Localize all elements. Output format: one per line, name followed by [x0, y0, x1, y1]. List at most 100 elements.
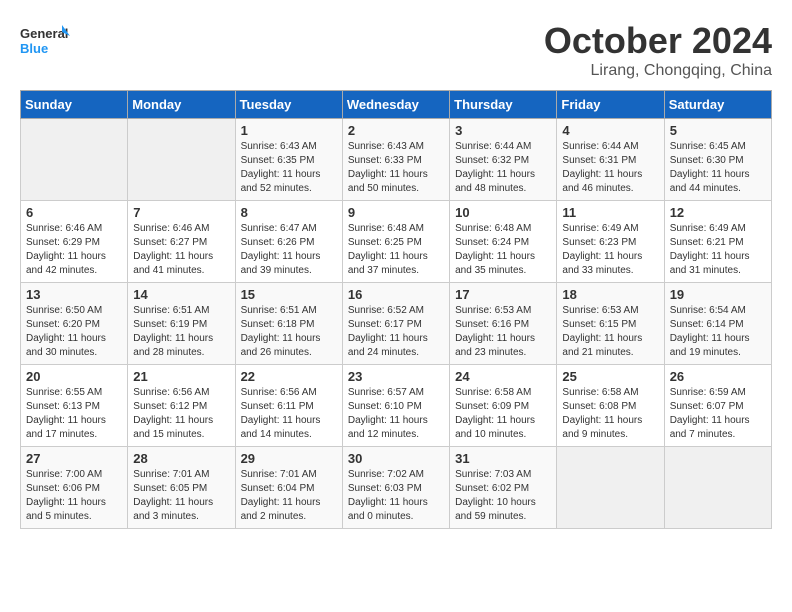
day-info: Sunrise: 6:56 AMSunset: 6:12 PMDaylight:… — [133, 386, 229, 442]
calendar-cell: 3 Sunrise: 6:44 AMSunset: 6:32 PMDayligh… — [450, 119, 557, 201]
calendar-cell: 15 Sunrise: 6:51 AMSunset: 6:18 PMDaylig… — [235, 283, 342, 365]
weekday-header-wednesday: Wednesday — [342, 91, 449, 119]
calendar-cell: 23 Sunrise: 6:57 AMSunset: 6:10 PMDaylig… — [342, 365, 449, 447]
day-info: Sunrise: 6:51 AMSunset: 6:19 PMDaylight:… — [133, 304, 229, 360]
day-info: Sunrise: 6:59 AMSunset: 6:07 PMDaylight:… — [670, 386, 766, 442]
day-info: Sunrise: 7:02 AMSunset: 6:03 PMDaylight:… — [348, 468, 444, 524]
calendar-cell: 2 Sunrise: 6:43 AMSunset: 6:33 PMDayligh… — [342, 119, 449, 201]
day-info: Sunrise: 6:51 AMSunset: 6:18 PMDaylight:… — [241, 304, 337, 360]
calendar-cell: 6 Sunrise: 6:46 AMSunset: 6:29 PMDayligh… — [21, 201, 128, 283]
day-number: 9 — [348, 205, 444, 220]
weekday-header-friday: Friday — [557, 91, 664, 119]
day-info: Sunrise: 6:48 AMSunset: 6:25 PMDaylight:… — [348, 222, 444, 278]
day-number: 11 — [562, 205, 658, 220]
day-info: Sunrise: 6:48 AMSunset: 6:24 PMDaylight:… — [455, 222, 551, 278]
calendar-cell — [128, 119, 235, 201]
day-number: 20 — [26, 369, 122, 384]
day-number: 29 — [241, 451, 337, 466]
day-info: Sunrise: 6:53 AMSunset: 6:15 PMDaylight:… — [562, 304, 658, 360]
day-number: 17 — [455, 287, 551, 302]
calendar-cell: 27 Sunrise: 7:00 AMSunset: 6:06 PMDaylig… — [21, 447, 128, 529]
calendar-cell: 4 Sunrise: 6:44 AMSunset: 6:31 PMDayligh… — [557, 119, 664, 201]
calendar-week-row: 13 Sunrise: 6:50 AMSunset: 6:20 PMDaylig… — [21, 283, 772, 365]
day-number: 12 — [670, 205, 766, 220]
calendar-cell — [557, 447, 664, 529]
weekday-header-monday: Monday — [128, 91, 235, 119]
day-number: 24 — [455, 369, 551, 384]
calendar-cell: 29 Sunrise: 7:01 AMSunset: 6:04 PMDaylig… — [235, 447, 342, 529]
day-info: Sunrise: 6:58 AMSunset: 6:08 PMDaylight:… — [562, 386, 658, 442]
logo-svg: General Blue — [20, 20, 70, 65]
day-info: Sunrise: 6:54 AMSunset: 6:14 PMDaylight:… — [670, 304, 766, 360]
day-number: 1 — [241, 123, 337, 138]
day-info: Sunrise: 6:49 AMSunset: 6:23 PMDaylight:… — [562, 222, 658, 278]
calendar-cell: 1 Sunrise: 6:43 AMSunset: 6:35 PMDayligh… — [235, 119, 342, 201]
calendar-cell: 13 Sunrise: 6:50 AMSunset: 6:20 PMDaylig… — [21, 283, 128, 365]
calendar-cell: 30 Sunrise: 7:02 AMSunset: 6:03 PMDaylig… — [342, 447, 449, 529]
weekday-header-saturday: Saturday — [664, 91, 771, 119]
day-number: 26 — [670, 369, 766, 384]
calendar-cell: 17 Sunrise: 6:53 AMSunset: 6:16 PMDaylig… — [450, 283, 557, 365]
calendar-cell: 18 Sunrise: 6:53 AMSunset: 6:15 PMDaylig… — [557, 283, 664, 365]
calendar-cell: 5 Sunrise: 6:45 AMSunset: 6:30 PMDayligh… — [664, 119, 771, 201]
calendar-week-row: 20 Sunrise: 6:55 AMSunset: 6:13 PMDaylig… — [21, 365, 772, 447]
day-info: Sunrise: 6:43 AMSunset: 6:33 PMDaylight:… — [348, 140, 444, 196]
day-info: Sunrise: 6:57 AMSunset: 6:10 PMDaylight:… — [348, 386, 444, 442]
location: Lirang, Chongqing, China — [544, 62, 772, 80]
svg-text:Blue: Blue — [20, 41, 48, 56]
calendar-week-row: 27 Sunrise: 7:00 AMSunset: 6:06 PMDaylig… — [21, 447, 772, 529]
calendar-cell — [664, 447, 771, 529]
calendar-week-row: 6 Sunrise: 6:46 AMSunset: 6:29 PMDayligh… — [21, 201, 772, 283]
day-info: Sunrise: 6:44 AMSunset: 6:31 PMDaylight:… — [562, 140, 658, 196]
weekday-header-thursday: Thursday — [450, 91, 557, 119]
day-number: 22 — [241, 369, 337, 384]
day-number: 8 — [241, 205, 337, 220]
svg-text:General: General — [20, 26, 68, 41]
calendar-week-row: 1 Sunrise: 6:43 AMSunset: 6:35 PMDayligh… — [21, 119, 772, 201]
calendar-cell: 31 Sunrise: 7:03 AMSunset: 6:02 PMDaylig… — [450, 447, 557, 529]
day-number: 25 — [562, 369, 658, 384]
day-info: Sunrise: 7:01 AMSunset: 6:04 PMDaylight:… — [241, 468, 337, 524]
calendar-cell: 8 Sunrise: 6:47 AMSunset: 6:26 PMDayligh… — [235, 201, 342, 283]
day-info: Sunrise: 6:58 AMSunset: 6:09 PMDaylight:… — [455, 386, 551, 442]
day-number: 15 — [241, 287, 337, 302]
day-number: 2 — [348, 123, 444, 138]
calendar-cell: 22 Sunrise: 6:56 AMSunset: 6:11 PMDaylig… — [235, 365, 342, 447]
day-number: 4 — [562, 123, 658, 138]
calendar-cell: 24 Sunrise: 6:58 AMSunset: 6:09 PMDaylig… — [450, 365, 557, 447]
calendar-cell: 16 Sunrise: 6:52 AMSunset: 6:17 PMDaylig… — [342, 283, 449, 365]
calendar-cell: 20 Sunrise: 6:55 AMSunset: 6:13 PMDaylig… — [21, 365, 128, 447]
day-info: Sunrise: 6:56 AMSunset: 6:11 PMDaylight:… — [241, 386, 337, 442]
day-number: 6 — [26, 205, 122, 220]
day-info: Sunrise: 6:44 AMSunset: 6:32 PMDaylight:… — [455, 140, 551, 196]
day-info: Sunrise: 6:55 AMSunset: 6:13 PMDaylight:… — [26, 386, 122, 442]
calendar-cell: 14 Sunrise: 6:51 AMSunset: 6:19 PMDaylig… — [128, 283, 235, 365]
day-number: 7 — [133, 205, 229, 220]
calendar-cell: 25 Sunrise: 6:58 AMSunset: 6:08 PMDaylig… — [557, 365, 664, 447]
day-info: Sunrise: 6:50 AMSunset: 6:20 PMDaylight:… — [26, 304, 122, 360]
calendar-cell: 10 Sunrise: 6:48 AMSunset: 6:24 PMDaylig… — [450, 201, 557, 283]
day-number: 23 — [348, 369, 444, 384]
day-info: Sunrise: 6:53 AMSunset: 6:16 PMDaylight:… — [455, 304, 551, 360]
calendar-cell: 19 Sunrise: 6:54 AMSunset: 6:14 PMDaylig… — [664, 283, 771, 365]
weekday-header-tuesday: Tuesday — [235, 91, 342, 119]
day-info: Sunrise: 7:01 AMSunset: 6:05 PMDaylight:… — [133, 468, 229, 524]
day-info: Sunrise: 6:47 AMSunset: 6:26 PMDaylight:… — [241, 222, 337, 278]
weekday-header-sunday: Sunday — [21, 91, 128, 119]
day-number: 5 — [670, 123, 766, 138]
logo: General Blue — [20, 20, 70, 65]
calendar-cell: 28 Sunrise: 7:01 AMSunset: 6:05 PMDaylig… — [128, 447, 235, 529]
day-number: 3 — [455, 123, 551, 138]
day-number: 13 — [26, 287, 122, 302]
day-info: Sunrise: 6:49 AMSunset: 6:21 PMDaylight:… — [670, 222, 766, 278]
day-info: Sunrise: 7:03 AMSunset: 6:02 PMDaylight:… — [455, 468, 551, 524]
page-header: General Blue October 2024 Lirang, Chongq… — [20, 20, 772, 80]
day-info: Sunrise: 6:52 AMSunset: 6:17 PMDaylight:… — [348, 304, 444, 360]
day-info: Sunrise: 6:46 AMSunset: 6:29 PMDaylight:… — [26, 222, 122, 278]
title-block: October 2024 Lirang, Chongqing, China — [544, 20, 772, 80]
day-number: 30 — [348, 451, 444, 466]
day-info: Sunrise: 6:46 AMSunset: 6:27 PMDaylight:… — [133, 222, 229, 278]
day-number: 31 — [455, 451, 551, 466]
calendar-cell — [21, 119, 128, 201]
day-number: 10 — [455, 205, 551, 220]
